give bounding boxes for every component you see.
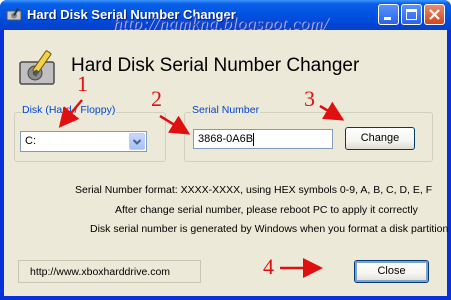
- app-window: Hard Disk Serial Number Changer http://n…: [0, 0, 451, 300]
- annotation-arrows: [58, 99, 345, 278]
- arrow-2: [159, 114, 191, 135]
- arrow-1: [58, 99, 83, 128]
- arrow-3: [319, 101, 345, 121]
